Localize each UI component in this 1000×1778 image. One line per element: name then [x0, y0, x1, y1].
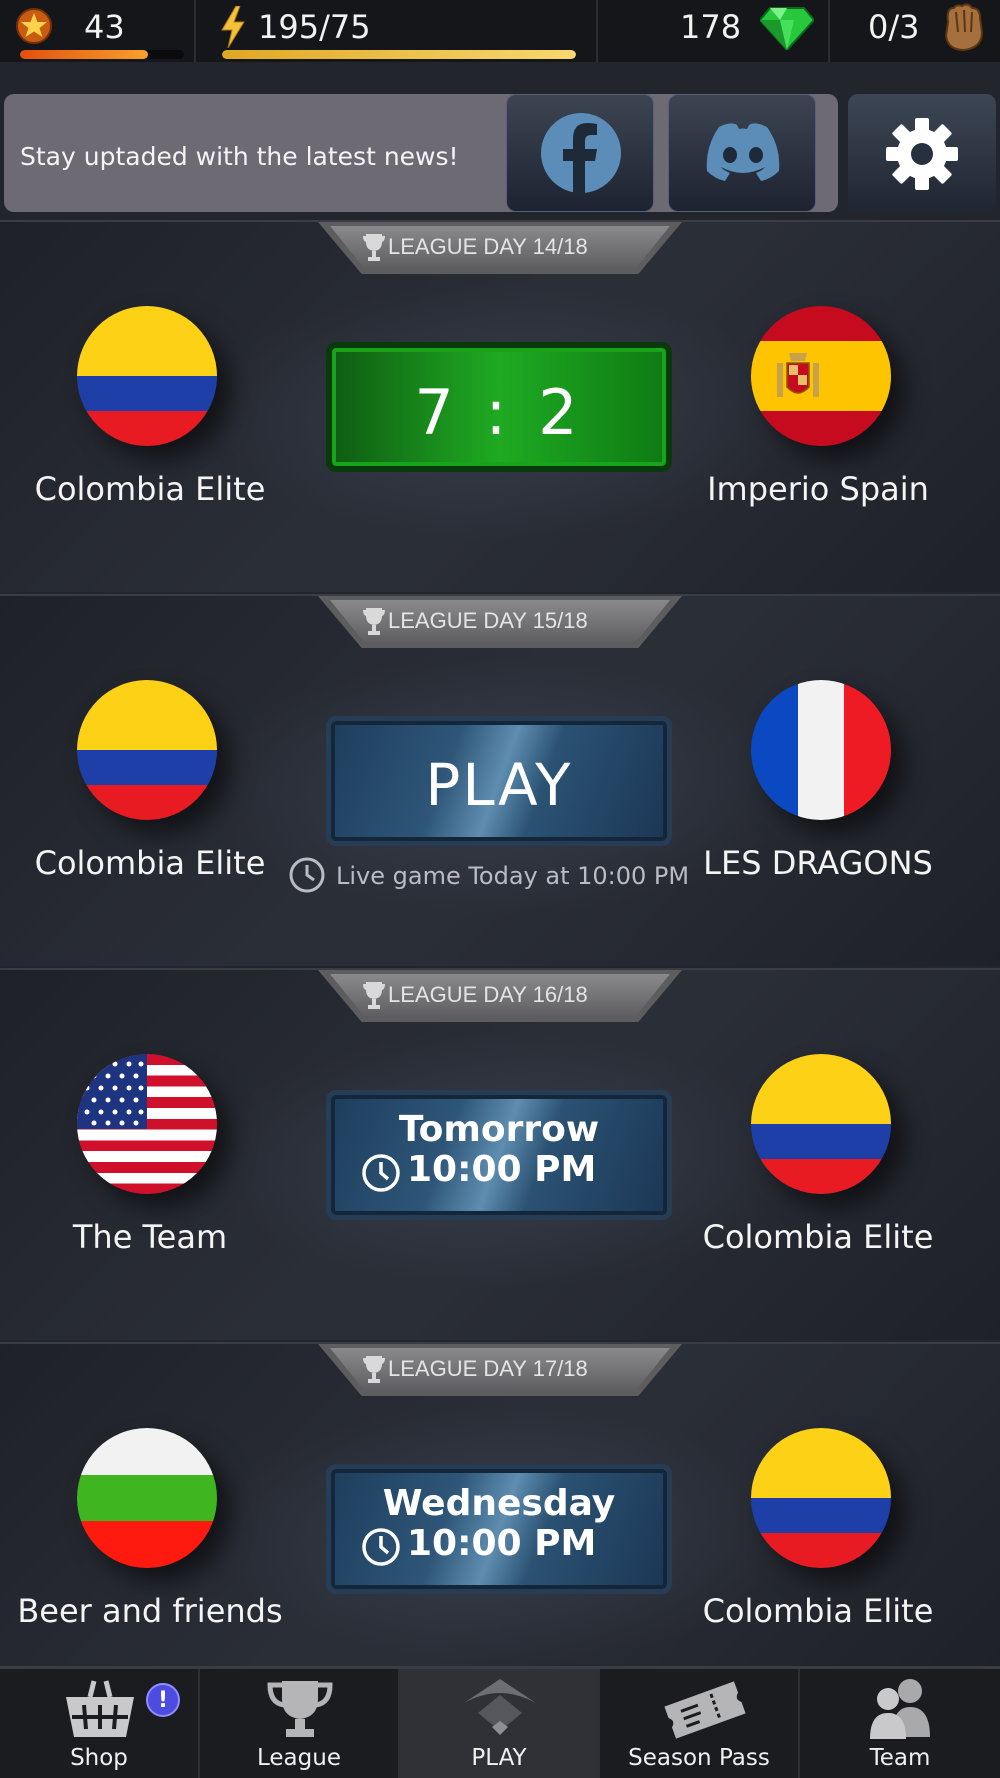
gem-icon — [760, 7, 814, 50]
clock-icon — [289, 857, 325, 893]
tab-season-pass-label: Season Pass — [628, 1745, 770, 1771]
discord-button[interactable] — [668, 94, 816, 212]
live-game-text: Live game Today at 10:00 PM — [336, 862, 690, 890]
baseball-glove-icon — [944, 3, 984, 52]
notification-badge-text: ! — [157, 1688, 169, 1713]
team-users-icon — [870, 1679, 930, 1739]
away-team-name: Imperio Spain — [707, 470, 929, 508]
lightning-icon — [221, 6, 245, 48]
spain-coat-of-arms-icon — [777, 353, 819, 397]
score-text: 7 : 2 — [414, 376, 584, 449]
tab-league[interactable]: League — [200, 1669, 400, 1778]
match-time-label: 10:00 PM — [407, 1149, 597, 1190]
tab-shop-label: Shop — [70, 1745, 128, 1771]
league-day-label: LEAGUE DAY 17/18 — [388, 1356, 588, 1381]
ticket-icon — [664, 1681, 746, 1739]
trophy-icon — [267, 1681, 333, 1737]
facebook-button[interactable] — [506, 94, 654, 212]
colombia-flag-icon — [751, 1054, 891, 1194]
league-day-badge: LEAGUE DAY 15/18 — [318, 596, 682, 648]
away-team-name: Colombia Elite — [702, 1218, 934, 1256]
energy-progress-bar — [222, 50, 576, 59]
league-day-label: LEAGUE DAY 15/18 — [388, 608, 588, 633]
resource-bar: 43 195/75 178 0/3 — [0, 0, 1000, 62]
trophy-icon — [363, 982, 385, 1009]
trophy-icon — [363, 234, 385, 261]
match-card-day-17: LEAGUE DAY 17/18 Beer and friends Wednes… — [0, 1342, 1000, 1666]
gear-icon — [886, 118, 958, 190]
level-progress-bar — [20, 50, 184, 59]
level-progress-fill — [20, 50, 148, 59]
tab-team-label: Team — [869, 1745, 931, 1771]
clock-icon — [362, 1154, 400, 1192]
away-team-name: Colombia Elite — [702, 1592, 934, 1630]
scheduled-match-button[interactable]: Wednesday 10:00 PM — [326, 1464, 672, 1594]
league-day-badge: LEAGUE DAY 14/18 — [318, 222, 682, 274]
usa-flag-icon — [77, 1054, 217, 1194]
gloves-value: 0/3 — [868, 8, 920, 46]
tab-team[interactable]: Team — [800, 1669, 1000, 1778]
trophy-icon — [363, 608, 385, 635]
star-level-icon — [16, 8, 52, 44]
match-day-label: Wednesday — [382, 1483, 616, 1524]
play-match-button[interactable]: PLAY — [326, 716, 672, 846]
trophy-icon — [363, 1356, 385, 1383]
home-team-name: Beer and friends — [17, 1592, 283, 1630]
final-score-display[interactable]: 7 : 2 — [326, 342, 672, 472]
tab-season-pass[interactable]: Season Pass — [600, 1669, 800, 1778]
league-day-label: LEAGUE DAY 14/18 — [388, 234, 588, 259]
tab-league-label: League — [257, 1745, 341, 1771]
gloves-panel[interactable]: 0/3 — [830, 0, 1000, 62]
facebook-icon — [541, 113, 621, 195]
match-card-day-14: LEAGUE DAY 14/18 Colombia Elite 7 : 2 Im… — [0, 220, 1000, 592]
energy-value: 195/75 — [258, 8, 371, 46]
level-value: 43 — [84, 8, 125, 46]
clock-icon — [362, 1528, 400, 1566]
tab-play[interactable]: PLAY — [400, 1669, 600, 1778]
scheduled-match-button[interactable]: Tomorrow 10:00 PM — [326, 1090, 672, 1220]
league-day-label: LEAGUE DAY 16/18 — [388, 982, 588, 1007]
away-team-name: LES DRAGONS — [703, 844, 933, 882]
home-team-name: Colombia Elite — [34, 844, 266, 882]
discord-icon — [706, 123, 780, 181]
news-strip: Stay uptaded with the latest news! — [0, 86, 1000, 216]
bottom-navigation: ! Shop League PLAY Season Pass Team — [0, 1666, 1000, 1778]
baseball-diamond-icon — [464, 1679, 536, 1735]
france-flag-icon — [751, 680, 891, 820]
league-day-badge: LEAGUE DAY 17/18 — [318, 1344, 682, 1396]
notification-badge: ! — [146, 1683, 180, 1717]
tab-play-label: PLAY — [471, 1745, 527, 1771]
league-day-badge: LEAGUE DAY 16/18 — [318, 970, 682, 1022]
bulgaria-flag-icon — [77, 1428, 217, 1568]
match-time-label: 10:00 PM — [407, 1523, 597, 1564]
settings-button[interactable] — [848, 94, 996, 212]
energy-panel[interactable]: 195/75 — [196, 0, 598, 62]
gems-value: 178 — [680, 8, 742, 46]
colombia-flag-icon — [77, 680, 217, 820]
colombia-flag-icon — [751, 1428, 891, 1568]
home-team-name: Colombia Elite — [34, 470, 266, 508]
level-panel[interactable]: 43 — [0, 0, 196, 62]
gems-panel[interactable]: 178 — [598, 0, 830, 62]
energy-progress-fill — [222, 50, 576, 59]
match-card-day-15: LEAGUE DAY 15/18 Colombia Elite PLAY LES… — [0, 594, 1000, 966]
spain-flag-icon — [751, 306, 891, 446]
shopping-basket-icon — [66, 1680, 134, 1737]
play-button-label: PLAY — [425, 751, 573, 819]
colombia-flag-icon — [77, 306, 217, 446]
match-card-day-16: LEAGUE DAY 16/18 The Team Tomorrow 10:00… — [0, 968, 1000, 1340]
home-team-name: The Team — [72, 1218, 228, 1256]
match-day-label: Tomorrow — [398, 1109, 600, 1150]
usa-stars-icon — [84, 1061, 144, 1126]
tab-shop[interactable]: ! Shop — [0, 1669, 200, 1778]
news-text: Stay uptaded with the latest news! — [20, 142, 459, 171]
app-root: 43 195/75 178 0/3 Stay uptaded with the … — [0, 0, 1000, 1778]
